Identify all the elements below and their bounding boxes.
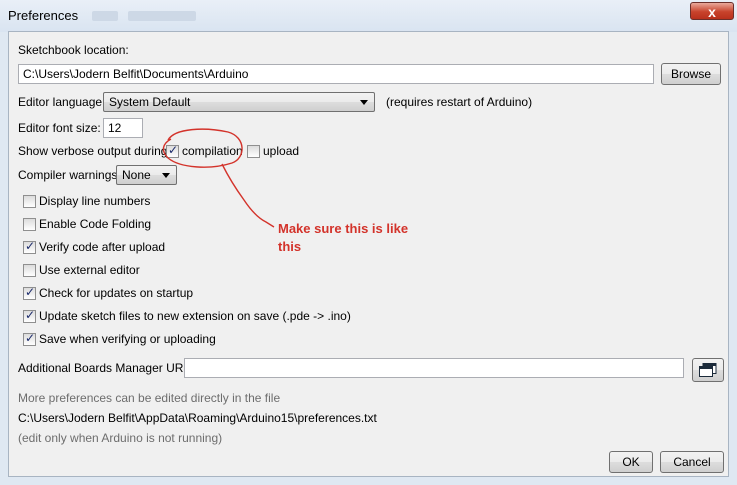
close-button[interactable]: x — [690, 2, 734, 20]
boards-manager-urls-button[interactable] — [692, 358, 724, 382]
verify-after-upload-label: Verify code after upload — [39, 240, 166, 254]
editor-language-select[interactable]: System Default — [103, 92, 375, 112]
editor-language-value: System Default — [109, 95, 191, 109]
save-on-verify-checkbox[interactable]: ✓ — [23, 331, 36, 346]
title-bar-decoration — [92, 11, 118, 21]
chevron-down-icon — [360, 100, 368, 105]
annotation-note-line-2: this — [278, 239, 302, 254]
compiler-warnings-select[interactable]: None — [116, 165, 177, 185]
external-editor-label: Use external editor — [39, 263, 140, 277]
compilation-checkbox[interactable]: ✓ — [166, 143, 179, 158]
boards-manager-urls-input[interactable] — [184, 358, 684, 378]
ok-button[interactable]: OK — [609, 451, 653, 473]
compiler-warnings-value: None — [122, 168, 151, 182]
compilation-label: compilation — [182, 144, 243, 158]
checkmark-icon: ✓ — [25, 308, 36, 322]
more-preferences-text: More preferences can be edited directly … — [18, 391, 281, 405]
upload-checkbox[interactable] — [247, 145, 260, 158]
sketchbook-label: Sketchbook location: — [18, 43, 129, 57]
save-on-verify-label: Save when verifying or uploading — [39, 332, 216, 346]
enable-code-folding-checkbox[interactable] — [23, 218, 36, 231]
checkmark-icon: ✓ — [25, 239, 36, 253]
restart-note: (requires restart of Arduino) — [386, 95, 533, 109]
update-extension-checkbox[interactable]: ✓ — [23, 308, 36, 323]
browse-button[interactable]: Browse — [661, 63, 721, 85]
sketchbook-location-input[interactable]: C:\Users\Jodern Belfit\Documents\Arduino — [18, 64, 654, 84]
display-line-numbers-checkbox[interactable] — [23, 195, 36, 208]
edit-note-text: (edit only when Arduino is not running) — [18, 431, 223, 445]
preferences-file-path: C:\Users\Jodern Belfit\AppData\Roaming\A… — [18, 411, 377, 425]
display-line-numbers-label: Display line numbers — [39, 194, 151, 208]
editor-language-label: Editor language: — [18, 95, 106, 109]
compiler-warnings-label: Compiler warnings: — [18, 168, 121, 182]
chevron-down-icon — [162, 173, 170, 178]
boards-manager-label: Additional Boards Manager URLs: — [18, 361, 200, 375]
title-bar-decoration — [128, 11, 196, 21]
close-icon: x — [708, 4, 716, 20]
font-size-label: Editor font size: — [18, 121, 101, 135]
window-title: Preferences — [8, 8, 79, 23]
title-bar: Preferences x — [0, 0, 737, 32]
cancel-button[interactable]: Cancel — [660, 451, 724, 473]
enable-code-folding-label: Enable Code Folding — [39, 217, 152, 231]
checkmark-icon: ✓ — [25, 331, 36, 345]
verify-after-upload-checkbox[interactable]: ✓ — [23, 239, 36, 254]
update-extension-label: Update sketch files to new extension on … — [39, 309, 351, 323]
external-editor-checkbox[interactable] — [23, 264, 36, 277]
window-list-icon — [699, 363, 717, 377]
font-size-input[interactable]: 12 — [103, 118, 143, 138]
verbose-output-label: Show verbose output during: — [18, 144, 171, 158]
preferences-panel: Sketchbook location: C:\Users\Jodern Bel… — [8, 31, 729, 477]
checkmark-icon: ✓ — [25, 285, 36, 299]
check-updates-checkbox[interactable]: ✓ — [23, 285, 36, 300]
upload-label: upload — [263, 144, 300, 158]
check-updates-label: Check for updates on startup — [39, 286, 194, 300]
checkmark-icon: ✓ — [168, 143, 179, 157]
annotation-note-line-1: Make sure this is like — [278, 221, 409, 236]
